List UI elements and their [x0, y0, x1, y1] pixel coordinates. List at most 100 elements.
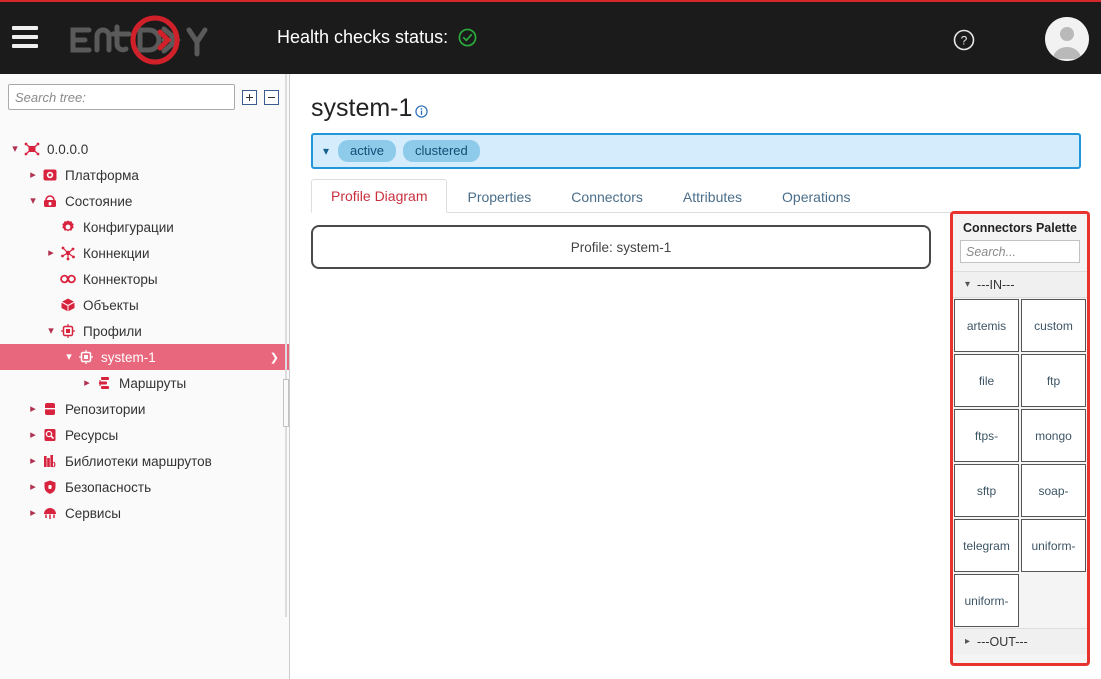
tree-item-безопасность[interactable]: ▸Безопасность [0, 474, 289, 500]
chevron-right-icon[interactable]: ❯ [270, 351, 279, 364]
palette-group-in-label: ---IN--- [977, 278, 1014, 292]
diagram-profile-node[interactable]: Profile: system-1 [311, 225, 931, 269]
palette-item-telegram[interactable]: telegram [954, 519, 1019, 572]
tree-item-профили[interactable]: ▾Профили [0, 318, 289, 344]
tab-properties[interactable]: Properties [447, 179, 551, 213]
tree-item-label: Библиотеки маршрутов [65, 454, 289, 469]
search-tree-input[interactable] [8, 84, 235, 110]
profile-icon [76, 349, 96, 365]
tree-item-label: Конфигурации [83, 220, 289, 235]
tree-item-label: Платформа [65, 168, 289, 183]
tree-item-объекты[interactable]: ▸Объекты [0, 292, 289, 318]
tree-item-label: Репозитории [65, 402, 289, 417]
chevron-down-icon[interactable]: ▾ [26, 196, 40, 207]
tree-item-платформа[interactable]: ▸ Платформа [0, 162, 289, 188]
palette-item-custom[interactable]: custom [1021, 299, 1086, 352]
tree-item-label: Состояние [65, 194, 289, 209]
hamburger-bar [12, 44, 38, 48]
routes-icon [94, 375, 114, 391]
palette-item-artemis[interactable]: artemis [954, 299, 1019, 352]
chevron-right-icon[interactable]: ▸ [26, 482, 40, 493]
chevron-down-icon[interactable]: ▾ [323, 144, 329, 158]
tree-scrollbar-thumb[interactable] [283, 379, 289, 427]
tab-operations[interactable]: Operations [762, 179, 870, 213]
user-avatar-icon[interactable] [1045, 17, 1089, 61]
tree-item-label: Маршруты [119, 376, 289, 391]
tree-item-коннекции[interactable]: ▸ Коннекции [0, 240, 289, 266]
palette-item-ftps[interactable]: ftps- [954, 409, 1019, 462]
status-badge-bar[interactable]: ▾ active clustered [311, 133, 1081, 169]
top-bar: Health checks status: ? [0, 0, 1101, 74]
question-circle-icon[interactable]: ? [953, 29, 975, 51]
chevron-right-icon[interactable]: ▸ [26, 170, 40, 181]
chevron-down-icon[interactable]: ▾ [44, 326, 58, 337]
palette-group-in[interactable]: ▾ ---IN--- [953, 272, 1087, 298]
tree-item-конфигурации[interactable]: ▸Конфигурации [0, 214, 289, 240]
palette-item-file[interactable]: file [954, 354, 1019, 407]
chevron-right-icon[interactable]: ▸ [26, 508, 40, 519]
palette-item-mongo[interactable]: mongo [1021, 409, 1086, 462]
page-title-text: system-1 [311, 94, 412, 123]
chevron-right-icon[interactable]: ▸ [44, 248, 58, 259]
profiles-icon [58, 323, 78, 339]
palette-item-soap[interactable]: soap- [1021, 464, 1086, 517]
palette-title: Connectors Palette [960, 221, 1080, 235]
palette-item-sftp[interactable]: sftp [954, 464, 1019, 517]
connectors-palette: Connectors Palette ▾ ---IN--- artemiscus… [950, 211, 1090, 666]
route-libraries-icon [40, 453, 60, 469]
collapse-all-icon[interactable] [264, 90, 279, 105]
tree-item-коннекторы[interactable]: ▸Коннекторы [0, 266, 289, 292]
chevron-right-icon[interactable]: ▸ [26, 404, 40, 415]
tree-item-label: 0.0.0.0 [47, 142, 289, 157]
tree-item-label: system-1 [101, 350, 270, 365]
tree-scrollbar[interactable] [285, 74, 287, 617]
check-circle-icon [458, 28, 477, 47]
chevron-down-icon[interactable]: ▾ [8, 144, 22, 155]
palette-group-out[interactable]: ▸ ---OUT--- [953, 628, 1087, 654]
tree-item-состояние[interactable]: ▾ Состояние [0, 188, 289, 214]
tree-item-label: Сервисы [65, 506, 289, 521]
state-icon [40, 193, 60, 209]
tab-profile-diagram[interactable]: Profile Diagram [311, 179, 447, 213]
palette-search-input[interactable] [960, 240, 1080, 263]
chevron-right-icon[interactable]: ▸ [26, 430, 40, 441]
tree-item-репозитории[interactable]: ▸ Репозитории [0, 396, 289, 422]
tree-item-маршруты[interactable]: ▸ Маршруты [0, 370, 289, 396]
hamburger-bar [12, 35, 38, 39]
expand-all-icon[interactable] [242, 90, 257, 105]
resource-tree[interactable]: ▾0.0.0.0▸Платформа▾Состояние▸Конфигураци… [0, 136, 289, 679]
resources-icon [40, 427, 60, 443]
tree-item-0-0-0-0[interactable]: ▾ 0.0.0.0 [0, 136, 289, 162]
platform-icon [40, 167, 60, 183]
entaxy-logo[interactable] [63, 14, 221, 66]
tree-item-label: Коннекции [83, 246, 289, 261]
repository-icon [40, 401, 60, 417]
chevron-right-icon[interactable]: ▸ [80, 378, 94, 389]
tree-item-system-1[interactable]: ▾ system-1❯ [0, 344, 289, 370]
chevron-right-icon: ▸ [965, 636, 970, 647]
chevron-right-icon[interactable]: ▸ [26, 456, 40, 467]
gear-icon [58, 219, 78, 235]
palette-header: Connectors Palette [953, 214, 1087, 272]
tree-item-сервисы[interactable]: ▸ Сервисы [0, 500, 289, 526]
server-node-icon [22, 141, 42, 157]
status-badge: clustered [403, 140, 480, 162]
connections-icon [58, 245, 78, 261]
connectors-icon [58, 271, 78, 287]
hamburger-icon[interactable] [12, 26, 38, 48]
page-title: system-1 [311, 94, 428, 125]
tab-connectors[interactable]: Connectors [551, 179, 663, 213]
tab-attributes[interactable]: Attributes [663, 179, 762, 213]
palette-item-empty-slot [1021, 574, 1086, 627]
health-checks-status: Health checks status: [277, 26, 477, 48]
chevron-down-icon[interactable]: ▾ [62, 352, 76, 363]
tree-item-ресурсы[interactable]: ▸Ресурсы [0, 422, 289, 448]
palette-item-uniform[interactable]: uniform- [1021, 519, 1086, 572]
info-circle-icon[interactable] [415, 96, 428, 125]
tree-item-библиотеки-маршрутов[interactable]: ▸ Библиотеки маршрутов [0, 448, 289, 474]
palette-item-ftp[interactable]: ftp [1021, 354, 1086, 407]
tree-item-label: Объекты [83, 298, 289, 313]
tree-item-label: Коннекторы [83, 272, 289, 287]
palette-item-uniform[interactable]: uniform- [954, 574, 1019, 627]
tree-sidebar: ▾0.0.0.0▸Платформа▾Состояние▸Конфигураци… [0, 74, 290, 679]
